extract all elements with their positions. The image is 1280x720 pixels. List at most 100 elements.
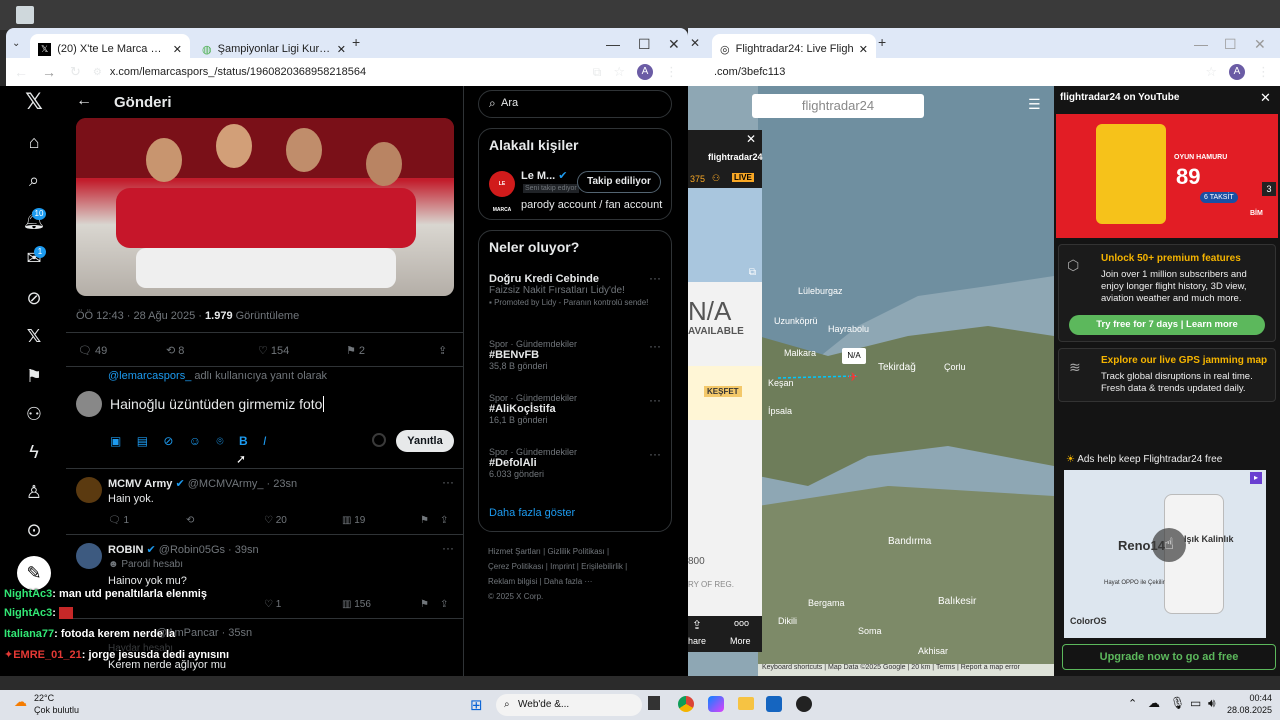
- home-icon[interactable]: ⌂: [22, 130, 46, 154]
- bookmark-action[interactable]: ⚑ 2: [346, 344, 365, 357]
- chrome-menu-icon[interactable]: ⋮: [665, 64, 678, 80]
- media-icon[interactable]: ▣: [110, 434, 121, 448]
- location-icon[interactable]: ⌾: [216, 434, 223, 448]
- panel-ad[interactable]: KEŞFET: [688, 366, 762, 420]
- start-icon[interactable]: ⊞: [470, 696, 483, 714]
- bookmarks-icon[interactable]: ⚑: [22, 364, 46, 388]
- site-info-icon[interactable]: ⚙: [93, 67, 102, 78]
- chrome-taskbar-icon[interactable]: [678, 696, 694, 712]
- reply-share-icon[interactable]: ⇪: [440, 515, 448, 526]
- reply-author-name[interactable]: MCMV Army: [108, 478, 172, 490]
- report-error-link[interactable]: Report a map error: [961, 664, 1020, 671]
- footer-ads-info[interactable]: Reklam bilgisi: [488, 577, 537, 586]
- aircraft-icon[interactable]: ✈: [848, 370, 858, 384]
- flight-map[interactable]: flightradar24 ☰ N/A ✈ Tekirdağ Çorlu Hay…: [688, 86, 1054, 676]
- search-input[interactable]: Ara: [501, 97, 518, 109]
- person-avatar[interactable]: LE MARCA: [489, 171, 515, 213]
- gif-icon[interactable]: ▤: [137, 434, 148, 448]
- microphone-icon[interactable]: 🎙︎: [1170, 696, 1185, 710]
- share-icon[interactable]: ⇪: [692, 618, 702, 632]
- trend-item[interactable]: Spor · Gündemdekiler #DefolAli 6.033 gön…: [489, 447, 577, 479]
- back-icon[interactable]: ←: [14, 64, 28, 80]
- communities-icon[interactable]: ⚇: [22, 402, 46, 426]
- person-name-row[interactable]: Le M... ✔: [521, 169, 568, 182]
- gps-jamming-card[interactable]: ≋ Explore our live GPS jamming map Track…: [1058, 348, 1276, 402]
- maximize-icon[interactable]: ☐: [638, 36, 651, 53]
- weather-icon[interactable]: ☁: [14, 694, 27, 710]
- taskbar-search[interactable]: ⌕ Web'de &...: [496, 694, 642, 716]
- reply-bookmark-icon[interactable]: ⚑: [420, 515, 429, 526]
- app-taskbar-icon[interactable]: [796, 696, 812, 712]
- x-logo-icon[interactable]: 𝕏: [22, 90, 46, 114]
- search-box[interactable]: ⌕ Ara: [478, 90, 672, 118]
- grok-icon[interactable]: ⊘: [163, 434, 173, 448]
- reply-action[interactable]: 🗨︎ 49: [78, 344, 107, 357]
- file-explorer-icon[interactable]: [738, 697, 754, 710]
- replying-to-handle[interactable]: @lemarcaspors_: [108, 370, 191, 382]
- ad-choices-icon[interactable]: ▸: [1250, 472, 1262, 484]
- reload-icon[interactable]: ↻: [70, 64, 81, 80]
- following-button[interactable]: Takip ediliyor: [577, 171, 661, 193]
- address-bar[interactable]: x.com/lemarcaspors_/status/1960820368958…: [110, 66, 366, 78]
- reply-views[interactable]: ▥ 156: [342, 599, 371, 610]
- post-photo[interactable]: [76, 118, 454, 296]
- minimize-icon[interactable]: —: [1194, 36, 1208, 52]
- emoji-icon[interactable]: ☺: [189, 434, 201, 448]
- weather-temp[interactable]: 22°C: [34, 693, 54, 703]
- profile-avatar[interactable]: A: [637, 64, 653, 80]
- product-ad-banner[interactable]: OYUN HAMURU 89 6 TAKSİT BİM 3: [1056, 114, 1278, 238]
- upgrade-ad-free-button[interactable]: Upgrade now to go ad free: [1062, 644, 1276, 670]
- back-arrow-icon[interactable]: ←: [76, 92, 92, 110]
- reply-item[interactable]: @AmPancar · 35sn Haydar hesabı Kerem ner…: [66, 618, 463, 676]
- repost-action[interactable]: ⟲ 8: [166, 344, 184, 357]
- tab-search-chevron-icon[interactable]: ⌄: [12, 38, 20, 49]
- footer-accessibility[interactable]: Erişilebilirlik: [581, 562, 623, 571]
- share-icon[interactable]: ⇪: [438, 344, 447, 357]
- forward-icon[interactable]: →: [42, 64, 56, 80]
- like-action[interactable]: ♡ 154: [258, 344, 289, 357]
- phone-ad-banner[interactable]: Reno14 Işık Kalinlık Hayat OPPO ile Çeki…: [1064, 470, 1266, 638]
- ad-close-icon[interactable]: ✕: [1260, 90, 1271, 106]
- new-tab-icon[interactable]: +: [352, 34, 360, 50]
- reply-more-icon[interactable]: ···: [442, 475, 454, 489]
- verified-orgs-icon[interactable]: ϟ: [22, 440, 46, 464]
- footer-more[interactable]: Daha fazla ···: [544, 577, 592, 586]
- reply-share-icon[interactable]: ⇪: [440, 599, 448, 610]
- reply-repost-action[interactable]: ⟲: [186, 515, 194, 526]
- reply-reply-action[interactable]: 🗨︎ 1: [108, 515, 129, 526]
- clock-time[interactable]: 00:44: [1224, 693, 1272, 703]
- reply-bookmark-icon[interactable]: ⚑: [420, 599, 429, 610]
- profile-avatar[interactable]: A: [1229, 64, 1245, 80]
- close-window-icon[interactable]: ✕: [1254, 36, 1266, 53]
- footer-privacy[interactable]: Gizlilik Politikası: [547, 547, 604, 556]
- recycle-bin-icon[interactable]: [16, 6, 34, 24]
- grok-icon[interactable]: ⊘: [22, 286, 46, 310]
- trend-more-icon[interactable]: ···: [649, 271, 661, 285]
- more-icon[interactable]: ⊙: [22, 518, 46, 542]
- trend-more-icon[interactable]: ···: [649, 393, 661, 407]
- volume-icon[interactable]: 🔊︎: [1208, 696, 1216, 711]
- trial-button[interactable]: Try free for 7 days | Learn more: [1069, 315, 1265, 335]
- footer-cookies[interactable]: Çerez Politikası: [488, 562, 544, 571]
- reply-compose-input[interactable]: Hainoğlu üzüntüden girmemiz foto: [110, 396, 450, 412]
- bold-icon[interactable]: B: [239, 434, 248, 448]
- terms-link[interactable]: Terms: [936, 664, 955, 671]
- reply-button[interactable]: Yanıtla: [396, 430, 454, 452]
- tab-close-icon[interactable]: ✕: [859, 43, 868, 56]
- reply-item[interactable]: ROBIN ✔ @Robin05Gs · 39sn ··· ☻ Parodi h…: [66, 534, 463, 616]
- aircraft-label[interactable]: N/A: [842, 348, 866, 364]
- clock-date[interactable]: 28.08.2025: [1224, 705, 1272, 715]
- search-icon[interactable]: ⌕: [22, 168, 46, 192]
- reply-views[interactable]: ▥ 19: [342, 515, 365, 526]
- reply-more-icon[interactable]: ···: [442, 541, 454, 555]
- reply-like-action[interactable]: ♡ 1: [264, 599, 281, 610]
- hamburger-menu-icon[interactable]: ☰: [1028, 96, 1041, 113]
- tab-close-icon[interactable]: ✕: [690, 36, 700, 50]
- reply-avatar[interactable]: [76, 477, 102, 503]
- reply-like-action[interactable]: ♡ 20: [264, 515, 287, 526]
- weather-desc[interactable]: Çok bulutlu: [34, 705, 79, 715]
- new-tab-icon[interactable]: +: [878, 34, 886, 50]
- premium-x-icon[interactable]: 𝕏: [22, 324, 46, 348]
- trend-more-icon[interactable]: ···: [649, 447, 661, 461]
- address-bar[interactable]: .com/3befc113: [714, 66, 785, 78]
